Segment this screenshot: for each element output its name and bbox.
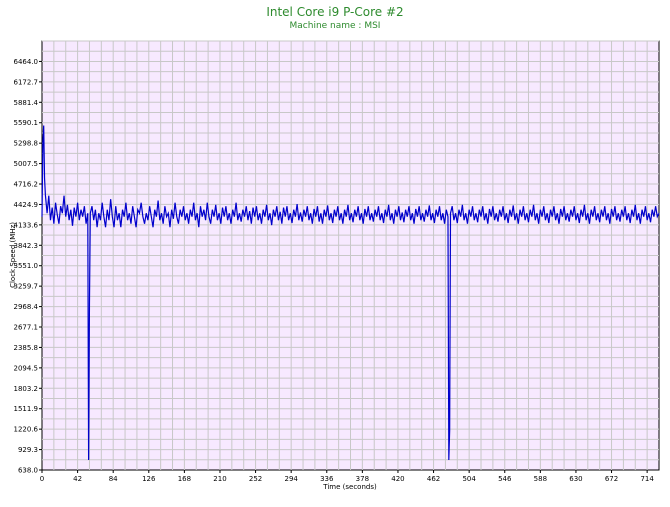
x-tick-label: 630 — [569, 475, 582, 483]
x-tick-label: 504 — [462, 475, 476, 483]
y-tick-label: 5298.8 — [14, 140, 39, 148]
x-tick-label: 420 — [391, 475, 404, 483]
x-tick-label: 42 — [73, 475, 82, 483]
chart-svg: Intel Core i9 P-Core #2 Machine name : M… — [9, 5, 660, 491]
x-tick-label: 84 — [109, 475, 118, 483]
y-tick-label: 2677.1 — [14, 324, 39, 332]
x-tick-label: 672 — [605, 475, 618, 483]
x-axis-label: Time (seconds) — [322, 483, 377, 491]
y-tick-label: 3551.0 — [14, 262, 39, 270]
y-tick-label: 1220.6 — [14, 426, 39, 434]
y-tick-label: 5007.5 — [14, 160, 39, 168]
y-tick-label: 1511.9 — [14, 405, 39, 413]
y-tick-label: 2968.4 — [14, 303, 39, 311]
x-tick-label: 714 — [640, 475, 654, 483]
y-axis-label: Clock Speed (MHz) — [9, 222, 17, 288]
x-tick-label: 462 — [427, 475, 440, 483]
y-tick-label: 4133.6 — [14, 221, 39, 229]
chart-root: Intel Core i9 P-Core #2 Machine name : M… — [0, 0, 670, 503]
x-tick-label: 168 — [178, 475, 191, 483]
x-tick-label: 336 — [320, 475, 334, 483]
y-tick-label: 5881.4 — [14, 99, 39, 107]
x-tick-label: 210 — [213, 475, 226, 483]
x-tick-label: 588 — [534, 475, 547, 483]
y-tick-label: 5590.1 — [14, 119, 39, 127]
x-tick-label: 294 — [284, 475, 298, 483]
y-tick-label: 638.0 — [18, 467, 38, 475]
x-tick-label: 546 — [498, 475, 512, 483]
x-tick-label: 0 — [40, 475, 44, 483]
y-tick-label: 2385.8 — [14, 344, 39, 352]
y-tick-label: 3259.7 — [14, 283, 39, 291]
chart-subtitle: Machine name : MSI — [290, 21, 381, 31]
y-tick-label: 929.3 — [18, 446, 38, 454]
x-tick-label: 378 — [356, 475, 369, 483]
y-tick-label: 1803.2 — [14, 385, 39, 393]
y-tick-label: 6172.7 — [14, 78, 39, 86]
y-tick-label: 6464.0 — [14, 58, 39, 66]
y-tick-label: 3842.3 — [14, 242, 39, 250]
chart-title: Intel Core i9 P-Core #2 — [266, 5, 403, 19]
y-tick-label: 4424.9 — [14, 201, 39, 209]
y-tick-label: 4716.2 — [14, 181, 39, 189]
x-tick-label: 126 — [142, 475, 156, 483]
x-tick-label: 252 — [249, 475, 262, 483]
y-tick-label: 2094.5 — [14, 364, 39, 372]
